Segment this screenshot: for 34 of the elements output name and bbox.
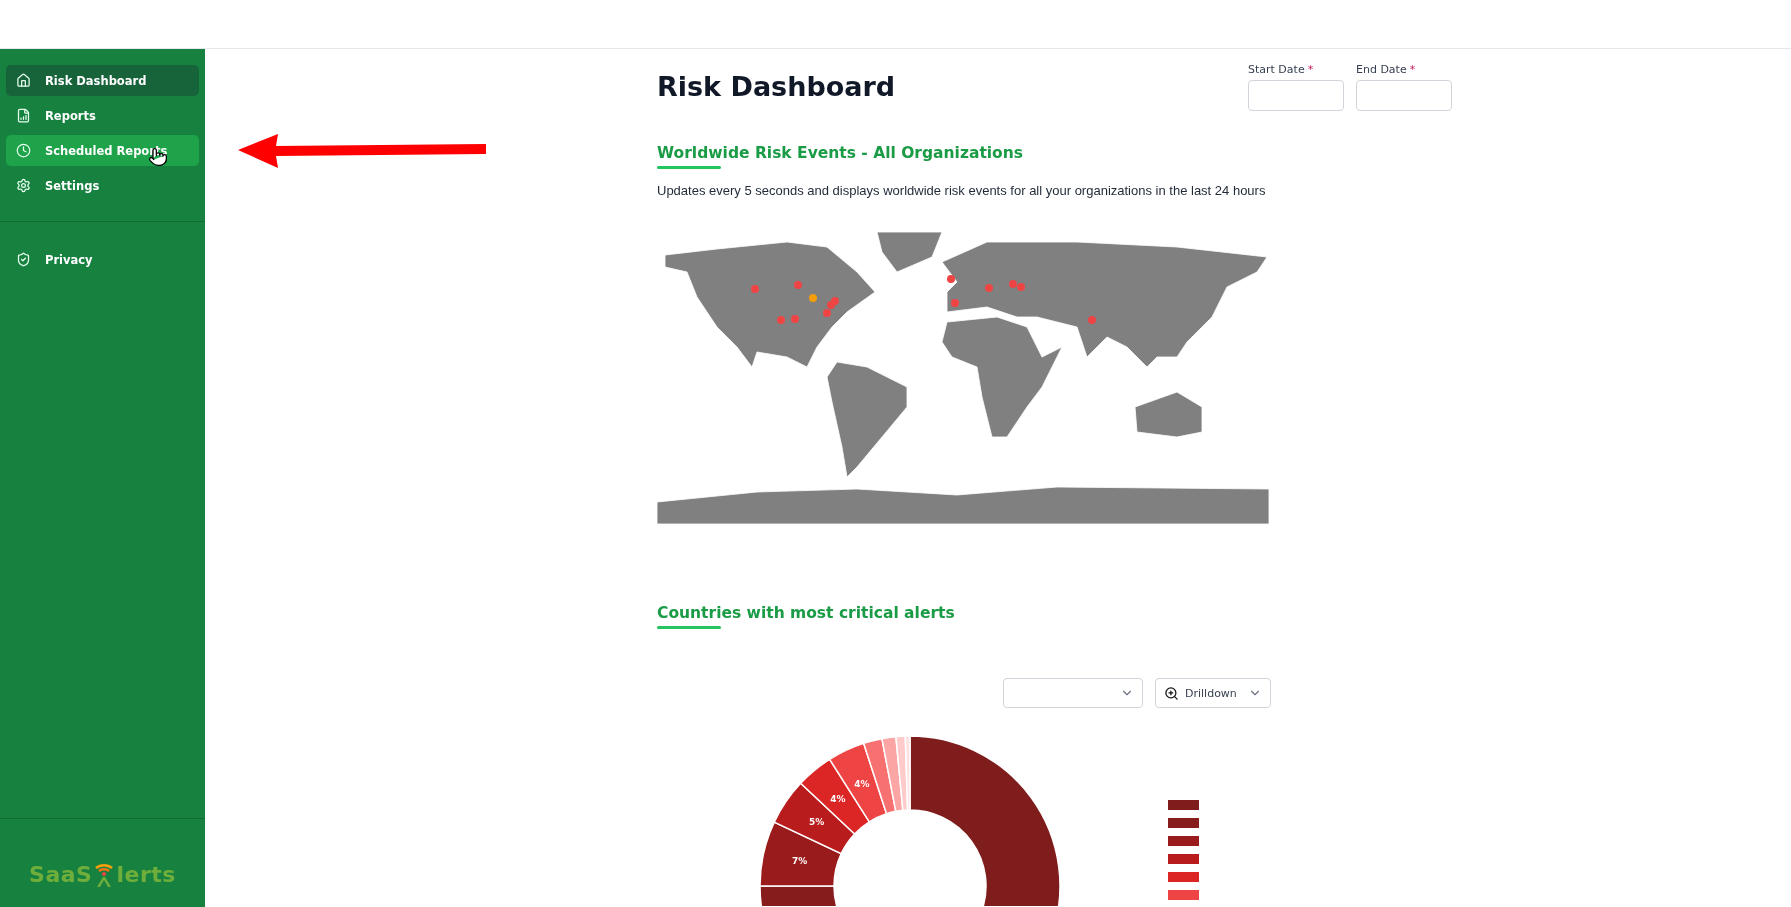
slice-label: 4% [854, 778, 870, 789]
drilldown-button[interactable]: Drilldown [1155, 678, 1271, 708]
clock-icon [16, 143, 31, 158]
section-description: Updates every 5 seconds and displays worldwide risk events for all your organizations in the last 24 hours [657, 182, 1266, 199]
field-label: End Date * [1356, 63, 1417, 76]
report-icon [16, 108, 31, 123]
title-underline [657, 626, 721, 629]
date-input[interactable] [1356, 80, 1452, 111]
shield-check-icon [16, 252, 31, 267]
sidebar-item[interactable]: Privacy [6, 244, 199, 275]
legend-swatch [1168, 818, 1199, 828]
slice-label: 7% [792, 856, 808, 867]
legend-swatch [1168, 890, 1199, 900]
slice-label: 4% [830, 793, 846, 804]
sidebar-item[interactable]: Reports [6, 100, 199, 131]
sidebar-item[interactable]: Settings [6, 170, 199, 201]
date-input[interactable] [1248, 80, 1344, 111]
sidebar-item[interactable]: Risk Dashboard [6, 65, 199, 96]
home-icon [16, 73, 31, 88]
section-title: Countries with most critical alerts [657, 604, 956, 622]
page-title: Risk Dashboard [657, 71, 896, 104]
legend-swatch [1168, 836, 1199, 846]
settings-icon [16, 178, 31, 193]
title-underline [657, 166, 721, 169]
zoom-in-icon [1164, 685, 1179, 701]
section-title: Worldwide Risk Events - All Organizations [657, 144, 1024, 162]
logo-text: lerts [116, 861, 176, 887]
logo-text: SaaS [29, 861, 93, 887]
legend-swatch [1168, 800, 1199, 810]
dropdown-select[interactable] [1003, 678, 1143, 708]
field-label: Start Date * [1248, 63, 1315, 76]
slice-label: 5% [808, 817, 825, 828]
legend-swatch [1168, 854, 1199, 864]
legend-swatch [1168, 872, 1199, 882]
